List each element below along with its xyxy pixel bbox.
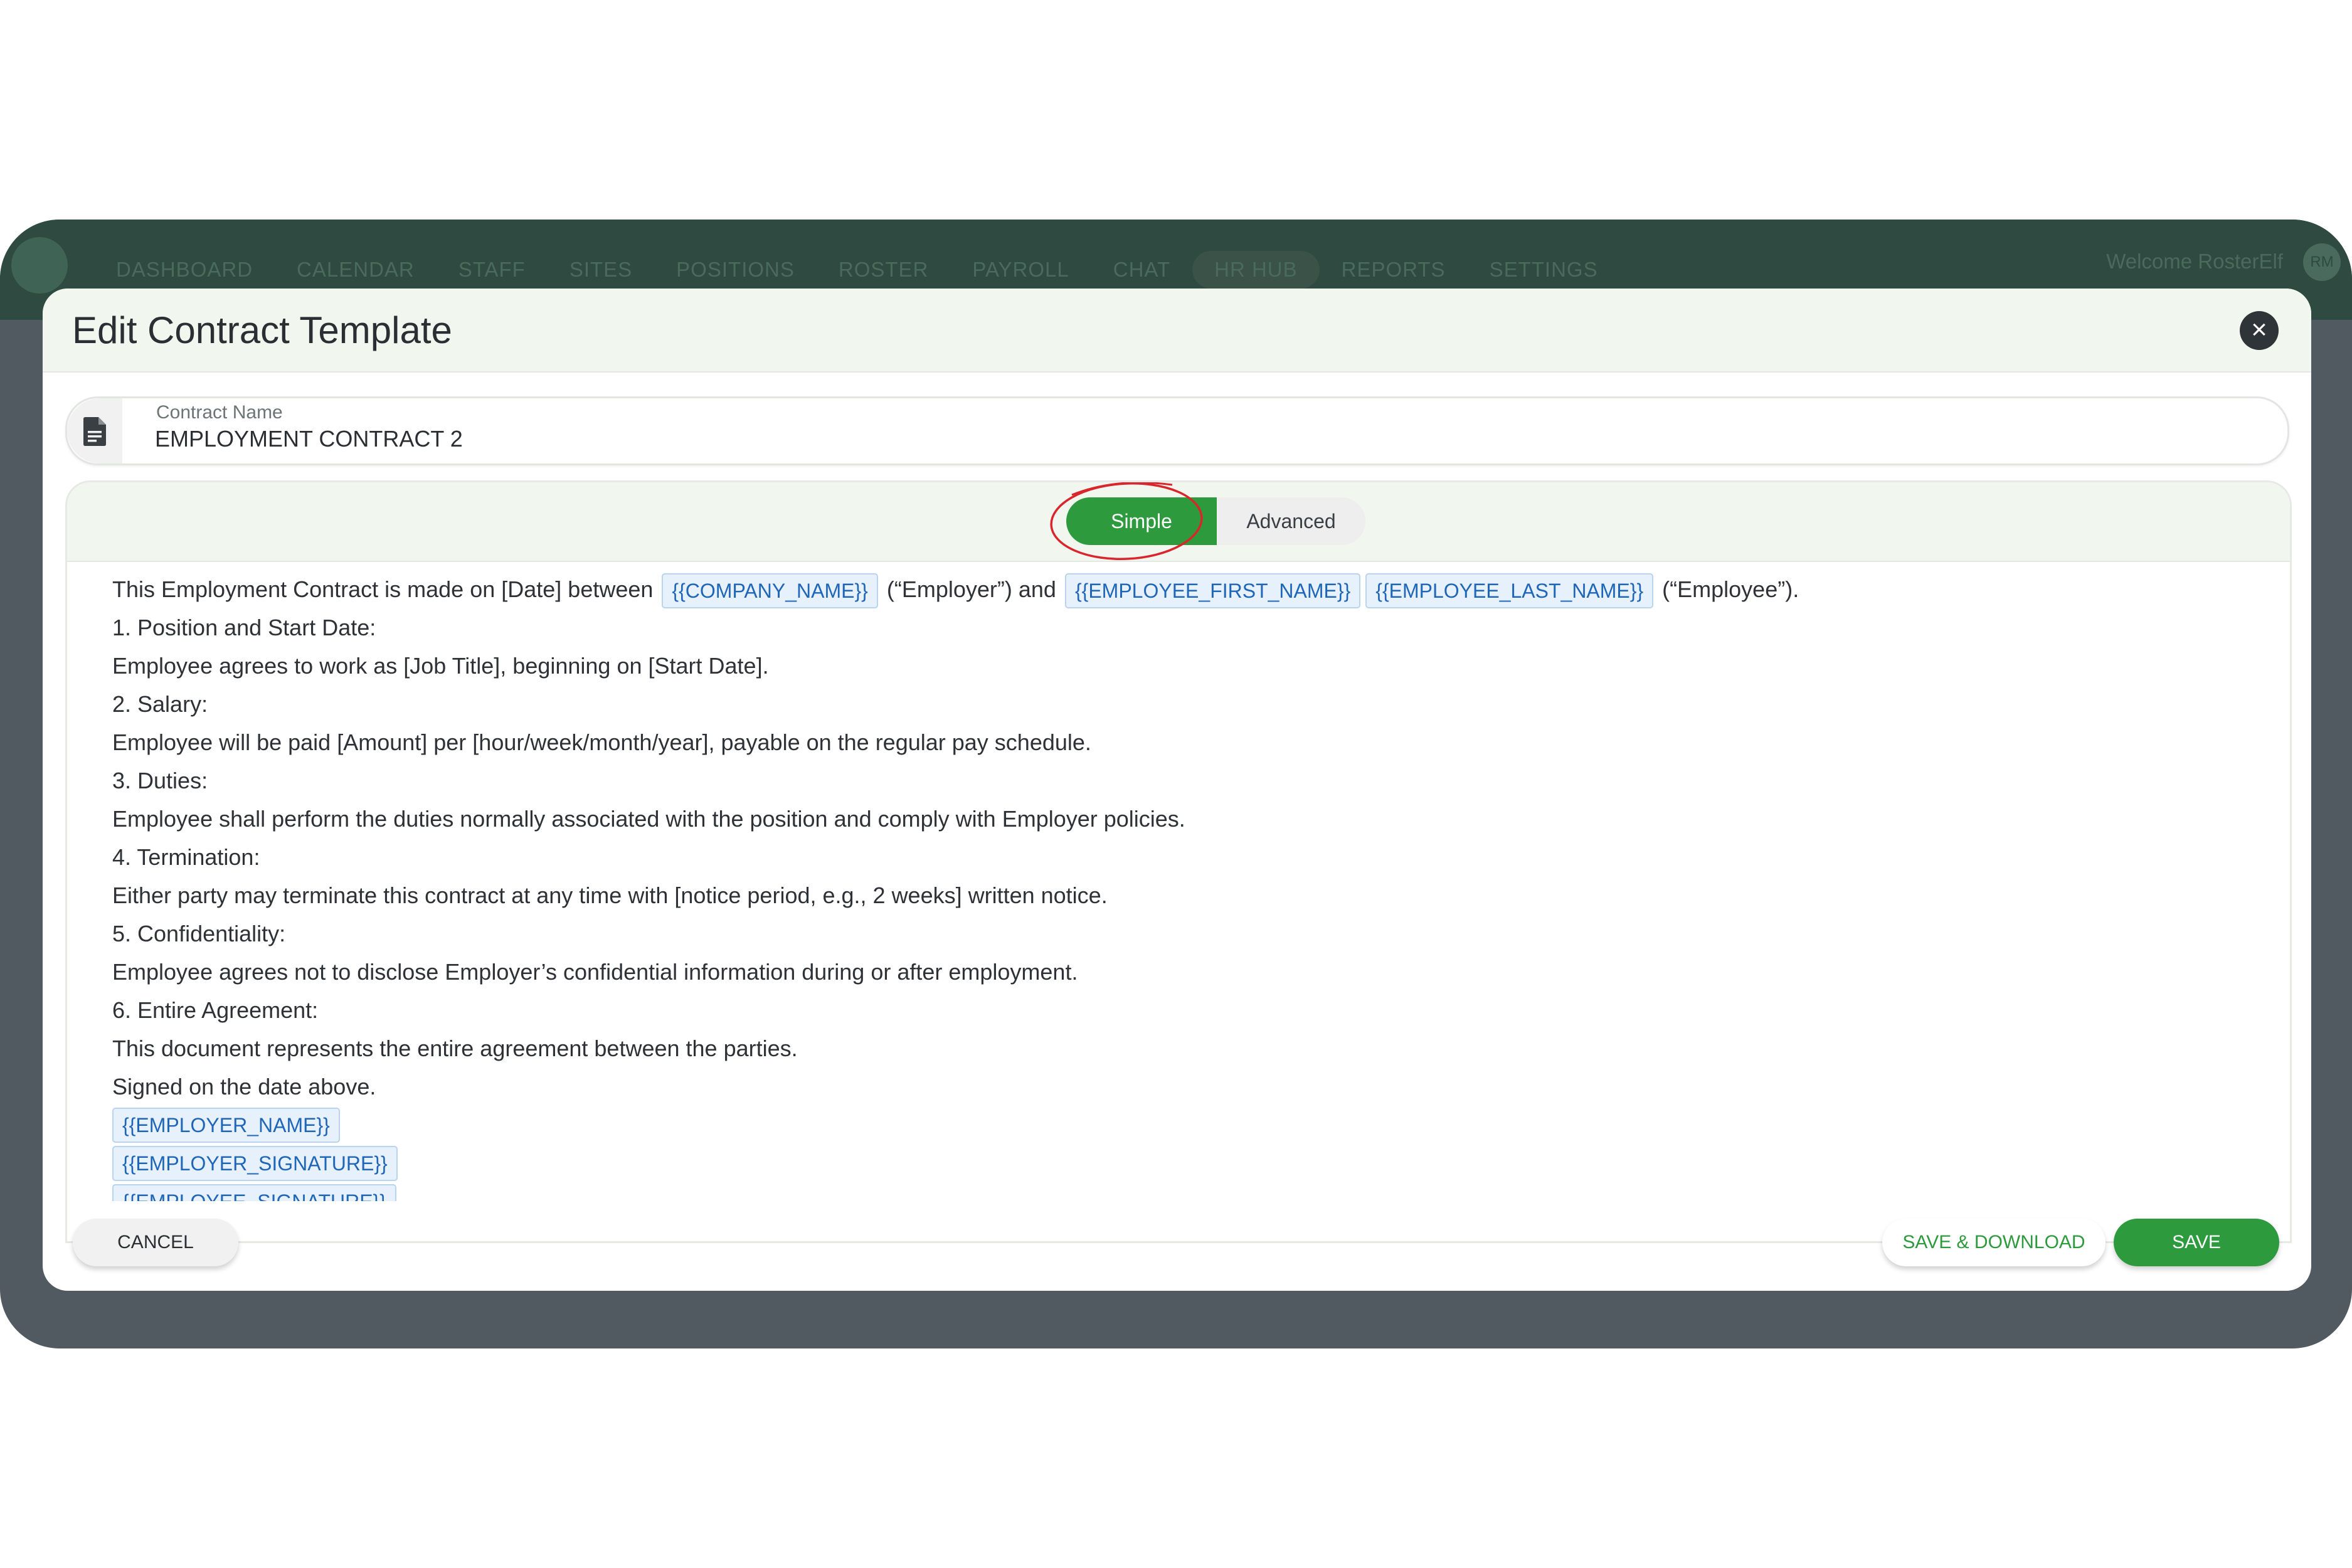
nav-staff[interactable]: STAFF <box>437 251 548 289</box>
nav-calendar[interactable]: CALENDAR <box>275 251 437 289</box>
intro-text-3: (“Employee”). <box>1662 576 1799 602</box>
nav-reports[interactable]: REPORTS <box>1320 251 1468 289</box>
signature-token-row: {{EMPLOYER_SIGNATURE}} <box>112 1144 2245 1182</box>
modal-title: Edit Contract Template <box>72 309 452 351</box>
signed-line: Signed on the date above. <box>112 1074 376 1099</box>
annotation-highlight-circle <box>1050 482 1203 560</box>
section-text: Employee will be paid [Amount] per [hour… <box>112 729 1091 755</box>
nav-hr-hub[interactable]: HR HUB <box>1192 251 1320 289</box>
section-heading: 6. Entire Agreement: <box>112 997 319 1023</box>
section-heading: 4. Termination: <box>112 844 260 870</box>
token-employee-signature[interactable]: {{EMPLOYEE_SIGNATURE}} <box>112 1184 396 1201</box>
contract-name-label: Contract Name <box>156 402 283 423</box>
document-icon <box>83 417 106 446</box>
nav-chat[interactable]: CHAT <box>1091 251 1192 289</box>
nav-roster[interactable]: ROSTER <box>817 251 951 289</box>
nav-payroll[interactable]: PAYROLL <box>950 251 1091 289</box>
nav-sites[interactable]: SITES <box>548 251 654 289</box>
save-and-download-button[interactable]: SAVE & DOWNLOAD <box>1882 1219 2106 1266</box>
save-button[interactable]: SAVE <box>2114 1219 2279 1266</box>
token-company-name[interactable]: {{COMPANY_NAME}} <box>662 573 878 609</box>
app-logo <box>11 237 68 294</box>
section-text: Employee agrees not to disclose Employer… <box>112 959 1078 985</box>
section-text: This document represents the entire agre… <box>112 1036 798 1061</box>
editor-toolbar: Simple Advanced <box>67 482 2290 562</box>
contract-body[interactable]: This Employment Contract is made on [Dat… <box>112 570 2245 1201</box>
avatar[interactable]: RM <box>2303 243 2341 281</box>
section-heading: 3. Duties: <box>112 768 208 793</box>
contract-intro-line: This Employment Contract is made on [Dat… <box>112 570 2245 609</box>
close-icon[interactable]: × <box>2240 311 2279 350</box>
modal-header: Edit Contract Template × <box>43 289 2311 373</box>
section-heading: 2. Salary: <box>112 691 208 717</box>
edit-contract-modal: Edit Contract Template × Contract Name E… <box>43 289 2311 1291</box>
contract-name-icon-area <box>67 398 122 464</box>
nav-items: DASHBOARD CALENDAR STAFF SITES POSITIONS… <box>94 251 1620 289</box>
section-heading: 5. Confidentiality: <box>112 921 286 946</box>
nav-settings[interactable]: SETTINGS <box>1468 251 1620 289</box>
token-employee-first-name[interactable]: {{EMPLOYEE_FIRST_NAME}} <box>1064 573 1361 609</box>
section-text: Either party may terminate this contract… <box>112 882 1108 908</box>
cancel-button[interactable]: CANCEL <box>73 1219 238 1266</box>
token-employer-name[interactable]: {{EMPLOYER_NAME}} <box>112 1107 340 1143</box>
intro-text-1: This Employment Contract is made on [Dat… <box>112 576 654 602</box>
contract-name-input[interactable]: EMPLOYMENT CONTRACT 2 <box>155 426 463 452</box>
advanced-mode-button[interactable]: Advanced <box>1217 497 1365 545</box>
section-heading: 1. Position and Start Date: <box>112 615 376 640</box>
intro-text-2: (“Employer”) and <box>886 576 1056 602</box>
welcome-text: Welcome RosterElf <box>2106 250 2283 273</box>
section-text: Employee agrees to work as [Job Title], … <box>112 653 769 679</box>
token-employee-last-name[interactable]: {{EMPLOYEE_LAST_NAME}} <box>1365 573 1654 609</box>
contract-editor: Simple Advanced This Employment Contract… <box>65 480 2292 1243</box>
contract-name-field[interactable]: Contract Name EMPLOYMENT CONTRACT 2 <box>65 396 2289 465</box>
section-text: Employee shall perform the duties normal… <box>112 806 1185 832</box>
nav-positions[interactable]: POSITIONS <box>654 251 817 289</box>
token-employer-signature[interactable]: {{EMPLOYER_SIGNATURE}} <box>112 1145 398 1181</box>
signature-token-row: {{EMPLOYEE_SIGNATURE}} <box>112 1182 2245 1201</box>
nav-dashboard[interactable]: DASHBOARD <box>94 251 275 289</box>
signature-token-row: {{EMPLOYER_NAME}} <box>112 1106 2245 1144</box>
